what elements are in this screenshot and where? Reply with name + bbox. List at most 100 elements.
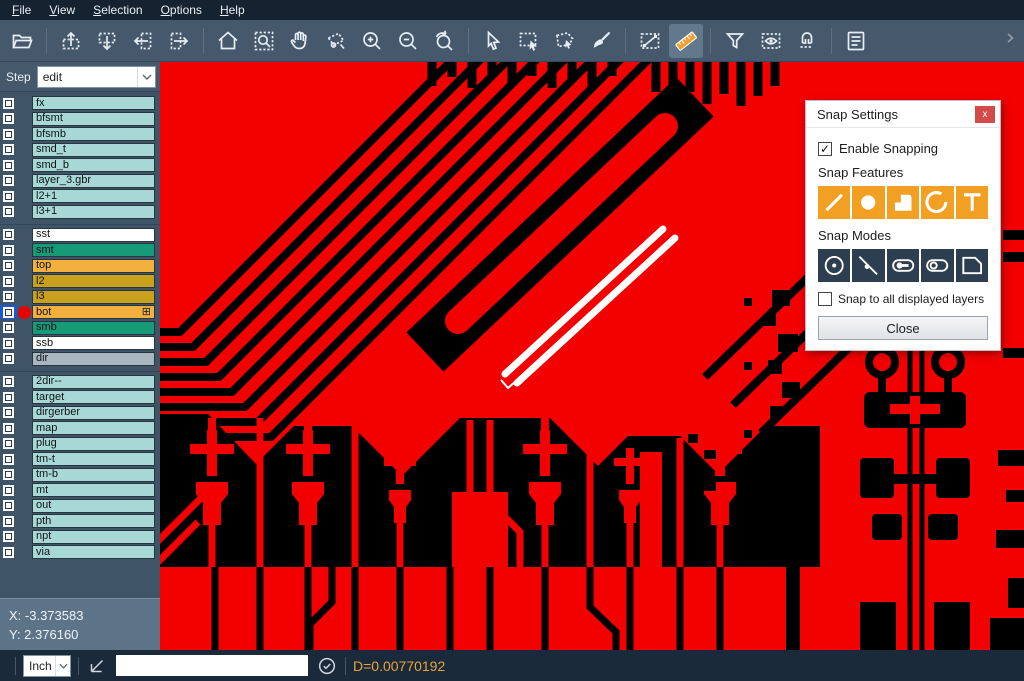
layer-label[interactable]: npt (32, 530, 155, 544)
snap-all-layers-checkbox[interactable]: Snap to all displayed layers (818, 292, 988, 306)
ruler-button[interactable] (669, 24, 703, 58)
layer-visibility-checkbox[interactable] (0, 321, 17, 335)
zoom-previous-button[interactable] (427, 24, 461, 58)
layer-label[interactable]: pth (32, 514, 155, 528)
layer-label[interactable]: bot⊞ (32, 305, 155, 319)
layer-label[interactable]: smb (32, 321, 155, 335)
layer-label[interactable]: l2+1 (32, 189, 155, 203)
snap-feature-circle-button[interactable] (852, 186, 884, 219)
layer-label[interactable]: l3+1 (32, 205, 155, 219)
layer-label[interactable]: 2dir-- (32, 375, 155, 389)
menu-options[interactable]: Options (155, 0, 214, 20)
layer-label[interactable]: via (32, 545, 155, 559)
layer-visibility-checkbox[interactable] (0, 127, 17, 141)
measure-input[interactable] (116, 655, 308, 676)
layer-visibility-checkbox[interactable] (0, 336, 17, 350)
layer-label[interactable]: smd_b (32, 158, 155, 172)
zoom-window-button[interactable] (247, 24, 281, 58)
layer-visibility-checkbox[interactable] (0, 514, 17, 528)
filter-button[interactable] (718, 24, 752, 58)
step-select[interactable]: edit (37, 66, 156, 88)
layer-label[interactable]: target (32, 390, 155, 404)
import-right-button[interactable] (162, 24, 196, 58)
select-rectangle-button[interactable] (512, 24, 546, 58)
zoom-in-button[interactable] (355, 24, 389, 58)
snap-mode-center-button[interactable] (818, 249, 850, 282)
layer-visibility-checkbox[interactable] (0, 112, 17, 126)
layer-label[interactable]: dirgerber (32, 406, 155, 420)
view-options-button[interactable] (754, 24, 788, 58)
enable-snapping-checkbox[interactable]: ✓ Enable Snapping (818, 141, 988, 156)
layer-visibility-checkbox[interactable] (0, 468, 17, 482)
dialog-titlebar[interactable]: Snap Settings x (806, 101, 1000, 128)
snap-feature-surface-button[interactable] (887, 186, 919, 219)
snap-feature-line-button[interactable] (818, 186, 850, 219)
zoom-out-button[interactable] (391, 24, 425, 58)
layer-visibility-checkbox[interactable] (0, 452, 17, 466)
layer-visibility-checkbox[interactable] (0, 390, 17, 404)
apply-check-icon[interactable] (316, 655, 338, 677)
layer-visibility-checkbox[interactable] (0, 158, 17, 172)
select-button[interactable] (476, 24, 510, 58)
layer-visibility-checkbox[interactable] (0, 143, 17, 157)
snap-feature-text-button[interactable] (956, 186, 988, 219)
layer-visibility-checkbox[interactable] (0, 174, 17, 188)
open-file-button[interactable] (5, 24, 39, 58)
layer-visibility-checkbox[interactable] (0, 243, 17, 257)
layer-label[interactable]: l2 (32, 274, 155, 288)
menu-file[interactable]: File (6, 0, 43, 20)
snap-magnet-button[interactable] (790, 24, 824, 58)
layer-label[interactable]: bfsmb (32, 127, 155, 141)
menu-help[interactable]: Help (214, 0, 257, 20)
pcb-canvas[interactable]: Snap Settings x ✓ Enable Snapping Snap F… (160, 62, 1024, 650)
report-button[interactable] (839, 24, 873, 58)
layer-visibility-checkbox[interactable] (0, 530, 17, 544)
snap-feature-arc-button[interactable] (921, 186, 953, 219)
layer-label[interactable]: tm-t (32, 452, 155, 466)
layer-visibility-checkbox[interactable] (0, 96, 17, 110)
layer-label[interactable]: smd_t (32, 143, 155, 157)
layer-visibility-checkbox[interactable] (0, 545, 17, 559)
menu-selection[interactable]: Selection (87, 0, 154, 20)
layer-label[interactable]: l3 (32, 290, 155, 304)
layer-label[interactable]: top (32, 259, 155, 273)
layer-label[interactable]: smt (32, 243, 155, 257)
layer-visibility-checkbox[interactable] (0, 189, 17, 203)
layer-visibility-checkbox[interactable] (0, 483, 17, 497)
layer-label[interactable]: sst (32, 228, 155, 242)
layer-label[interactable]: plug (32, 437, 155, 451)
layer-visibility-checkbox[interactable] (0, 437, 17, 451)
snap-mode-slot-button[interactable] (921, 249, 953, 282)
layer-label[interactable]: out (32, 499, 155, 513)
layer-label[interactable]: mt (32, 483, 155, 497)
snap-mode-outline-button[interactable] (956, 249, 988, 282)
snap-mode-slot-filled-button[interactable] (887, 249, 919, 282)
zoom-home-button[interactable] (211, 24, 245, 58)
layer-visibility-checkbox[interactable] (0, 290, 17, 304)
layer-visibility-checkbox[interactable] (0, 406, 17, 420)
zoom-area-button[interactable] (319, 24, 353, 58)
pan-button[interactable] (283, 24, 317, 58)
import-down-button[interactable] (90, 24, 124, 58)
close-button[interactable]: Close (818, 316, 988, 340)
highlight-brush-button[interactable] (584, 24, 618, 58)
toolbar-overflow-chevron[interactable] (998, 26, 1022, 55)
unit-select[interactable]: Inch (23, 655, 71, 677)
import-left-button[interactable] (126, 24, 160, 58)
layer-label[interactable]: dir (32, 352, 155, 366)
angle-measure-icon[interactable] (86, 655, 108, 677)
layer-label[interactable]: ssb (32, 336, 155, 350)
layer-label[interactable]: fx (32, 96, 155, 110)
layer-label[interactable]: tm-b (32, 468, 155, 482)
select-polygon-button[interactable] (548, 24, 582, 58)
layer-visibility-checkbox[interactable] (0, 499, 17, 513)
measure-points-button[interactable] (633, 24, 667, 58)
layer-visibility-checkbox[interactable] (0, 205, 17, 219)
close-icon[interactable]: x (975, 106, 995, 123)
layer-visibility-checkbox[interactable] (0, 228, 17, 242)
layer-visibility-checkbox[interactable] (0, 352, 17, 366)
layer-visibility-checkbox[interactable] (0, 421, 17, 435)
layer-visibility-checkbox[interactable] (0, 305, 17, 319)
import-up-button[interactable] (54, 24, 88, 58)
layer-label[interactable]: bfsmt (32, 112, 155, 126)
